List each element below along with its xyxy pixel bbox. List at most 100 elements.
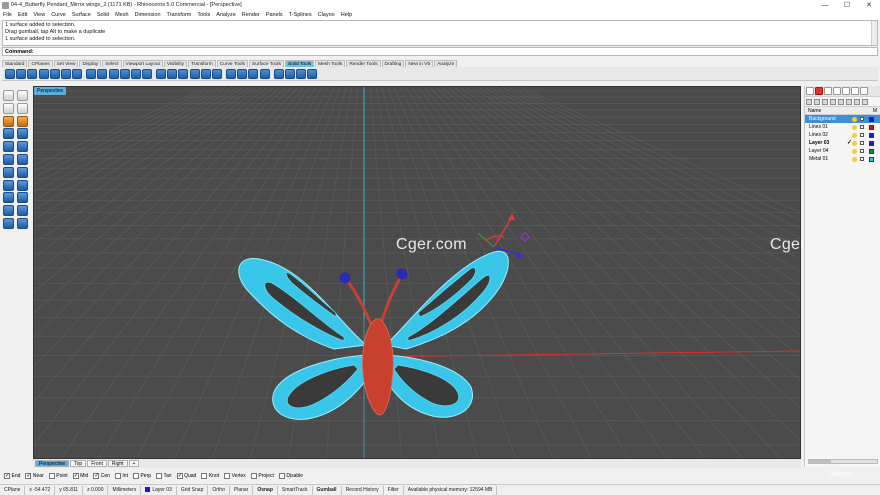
layer-color-swatch[interactable] <box>869 116 874 122</box>
layer-color-swatch[interactable] <box>869 156 874 162</box>
left-tool-icon[interactable] <box>17 217 28 229</box>
solid-tool-icon[interactable] <box>237 68 248 79</box>
osnap-checkbox[interactable] <box>48 472 55 479</box>
current-layer-indicator[interactable]: Layer 03 <box>141 485 177 495</box>
left-tool-icon[interactable] <box>3 90 14 101</box>
layers-scrollbar[interactable] <box>808 459 878 464</box>
osnap-checkbox[interactable] <box>278 472 285 479</box>
status-toggle-filter[interactable]: Filter <box>384 485 404 495</box>
move-up-icon[interactable] <box>830 98 836 105</box>
delete-layer-icon[interactable] <box>822 98 828 105</box>
osnap-checkbox[interactable] <box>176 472 183 479</box>
viewport-tab-add[interactable]: + <box>128 460 140 467</box>
layers-tab-icon[interactable] <box>815 87 823 95</box>
toolbar-tab-curve-tools[interactable]: Curve Tools <box>216 60 249 67</box>
osnap-tan[interactable]: Tan <box>156 472 172 479</box>
solid-tool-icon[interactable] <box>119 68 130 79</box>
menu-item-clayoo[interactable]: Clayoo <box>318 12 335 18</box>
layer-menu-icon[interactable] <box>862 98 868 105</box>
toolbar-tab-visibility[interactable]: Visibility <box>163 60 188 67</box>
display-tab-icon[interactable] <box>824 87 832 95</box>
minimize-button[interactable]: — <box>814 0 836 10</box>
move-parent-icon[interactable] <box>846 98 852 105</box>
osnap-checkbox[interactable] <box>72 472 79 479</box>
lightbulb-icon[interactable] <box>852 116 857 122</box>
solid-tool-icon[interactable] <box>248 68 259 79</box>
materials-tab-icon[interactable] <box>851 87 859 95</box>
layer-color-swatch[interactable] <box>869 132 874 138</box>
solid-tool-icon[interactable] <box>16 68 27 79</box>
filter-icon[interactable] <box>854 98 860 105</box>
solid-tool-icon[interactable] <box>60 68 71 79</box>
layer-color-swatch[interactable] <box>869 148 874 154</box>
status-toggle-smarttrack[interactable]: SmartTrack <box>278 485 313 495</box>
left-tool-icon[interactable] <box>3 205 14 217</box>
solid-tool-icon[interactable] <box>5 68 15 79</box>
command-line[interactable]: Command: <box>2 47 878 56</box>
solid-tool-icon[interactable] <box>108 68 119 79</box>
solid-tool-icon[interactable] <box>130 68 141 79</box>
maximize-button[interactable]: ☐ <box>836 0 858 10</box>
status-toggle-gumball[interactable]: Gumball <box>313 485 342 495</box>
osnap-end[interactable]: End <box>4 472 20 479</box>
properties-tab-icon[interactable] <box>806 87 814 95</box>
left-tool-icon[interactable] <box>17 166 28 178</box>
status-toggle-ortho[interactable]: Ortho <box>208 485 230 495</box>
solid-tool-icon[interactable] <box>226 68 236 79</box>
left-tool-icon[interactable] <box>17 128 28 140</box>
toolbar-tab-mesh-tools[interactable]: Mesh Tools <box>315 60 346 67</box>
layer-row[interactable]: Layer 03 ✓ <box>805 139 880 147</box>
osnap-knot[interactable]: Knot <box>201 472 219 479</box>
left-tool-icon[interactable] <box>3 141 14 153</box>
osnap-perp[interactable]: Perp <box>132 472 151 479</box>
osnap-checkbox[interactable] <box>250 472 257 479</box>
lock-icon[interactable] <box>860 133 864 137</box>
toolbar-tab-transform[interactable]: Transform <box>188 60 216 67</box>
left-tool-icon[interactable] <box>17 179 28 191</box>
layer-color-swatch[interactable] <box>869 124 874 130</box>
osnap-project[interactable]: Project <box>250 472 274 479</box>
menu-item-transform[interactable]: Transform <box>167 12 192 18</box>
solid-tool-icon[interactable] <box>295 68 306 79</box>
lightbulb-icon[interactable] <box>852 140 857 146</box>
history-scrollbar[interactable] <box>871 21 877 45</box>
render-tab-icon[interactable] <box>842 87 850 95</box>
solid-tool-icon[interactable] <box>167 68 178 79</box>
osnap-quad[interactable]: Quad <box>176 472 196 479</box>
solid-tool-icon[interactable] <box>142 68 153 79</box>
status-toggle-grid-snap[interactable]: Grid Snap <box>177 485 209 495</box>
perspective-viewport[interactable] <box>33 86 801 459</box>
lock-icon[interactable] <box>860 157 864 161</box>
status-toggle-osnap[interactable]: Osnap <box>253 485 278 495</box>
osnap-checkbox[interactable] <box>132 472 139 479</box>
viewport-title-tab[interactable]: Perspective <box>34 87 67 95</box>
left-tool-icon[interactable] <box>3 115 14 127</box>
left-tool-icon[interactable] <box>17 90 28 101</box>
osnap-checkbox[interactable] <box>156 472 163 479</box>
lock-icon[interactable] <box>860 141 864 145</box>
solid-tool-icon[interactable] <box>49 68 60 79</box>
osnap-cen[interactable]: Cen <box>93 472 110 479</box>
left-tool-icon[interactable] <box>3 102 14 114</box>
lock-icon[interactable] <box>860 117 864 121</box>
layer-row[interactable]: Lines 02 <box>805 131 880 139</box>
solid-tool-icon[interactable] <box>156 68 167 79</box>
left-tool-icon[interactable] <box>3 179 14 191</box>
menu-item-tools[interactable]: Tools <box>197 12 210 18</box>
toolbar-tab-set-view[interactable]: Set View <box>53 60 79 67</box>
menu-item-edit[interactable]: Edit <box>18 12 27 18</box>
new-layer-icon[interactable] <box>806 98 812 105</box>
menu-item-analyze[interactable]: Analyze <box>216 12 236 18</box>
solid-tool-icon[interactable] <box>212 68 222 79</box>
new-sublayer-icon[interactable] <box>814 98 820 105</box>
layer-row[interactable]: Layer 04 <box>805 147 880 155</box>
left-tool-icon[interactable] <box>3 153 14 165</box>
panel-menu-icon[interactable] <box>860 87 868 95</box>
status-toggle-planar[interactable]: Planar <box>230 485 254 495</box>
solid-tool-icon[interactable] <box>189 68 200 79</box>
osnap-point[interactable]: Point <box>48 472 68 479</box>
solid-tool-icon[interactable] <box>307 68 318 79</box>
toolbar-tab-cplanes[interactable]: CPlanes <box>28 60 53 67</box>
left-tool-icon[interactable] <box>17 102 28 114</box>
solid-tool-icon[interactable] <box>72 68 83 79</box>
